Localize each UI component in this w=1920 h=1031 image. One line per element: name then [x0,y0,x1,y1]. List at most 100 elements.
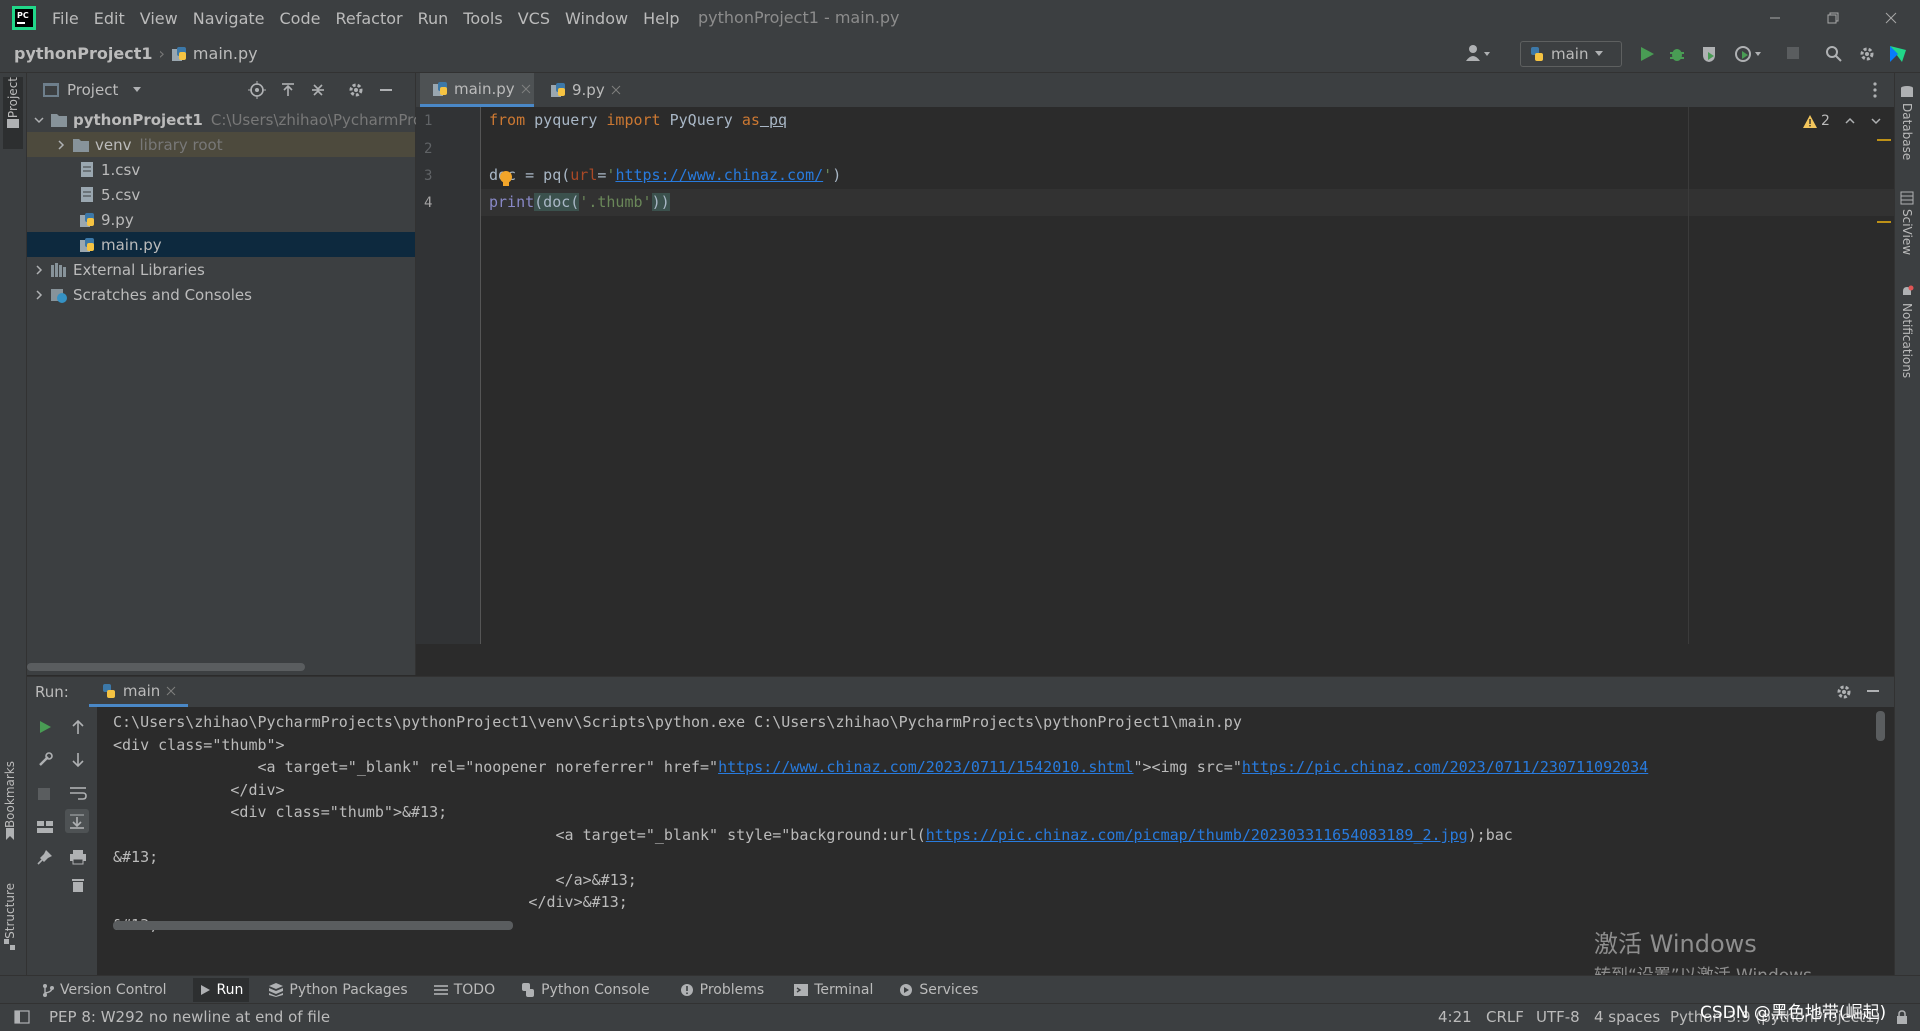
chevron-right-icon[interactable] [33,264,45,276]
menu-tools[interactable]: Tools [463,9,502,28]
inspection-widget[interactable]: 2 [1803,113,1882,129]
settings-button[interactable] [1858,45,1876,63]
tree-item-venv[interactable]: venv library root [27,132,415,157]
chevron-up-icon[interactable] [1844,116,1856,126]
toolwindow-version-control[interactable]: Version Control [42,982,167,998]
tree-item-file[interactable]: 1.csv [27,157,415,182]
close-tab-icon[interactable] [611,85,621,95]
stop-run-button[interactable] [37,787,51,801]
tree-item-file[interactable]: 9.py [27,207,415,232]
menu-navigate[interactable]: Navigate [193,9,265,28]
search-button[interactable] [1825,45,1843,63]
more-tabs-icon[interactable] [1872,81,1878,99]
menu-window[interactable]: Window [565,9,628,28]
collapse-all-icon[interactable] [310,82,326,98]
tab-main-py[interactable]: main.py [420,73,534,107]
run-tab-main[interactable]: main [88,677,189,707]
file-encoding[interactable]: UTF-8 [1536,1008,1580,1026]
tree-item-scratches[interactable]: Scratches and Consoles [27,282,415,307]
run-configuration-selector[interactable]: main [1520,41,1622,67]
soft-wrap-button[interactable] [69,785,87,801]
tree-item-label: Scratches and Consoles [73,285,252,304]
toolwindow-python-console[interactable]: Python Console [521,982,650,998]
gear-icon[interactable] [348,82,364,98]
chevron-down-icon[interactable] [132,86,142,94]
hide-panel-icon[interactable] [1865,683,1881,699]
rerun-button[interactable] [37,719,53,735]
console-link[interactable]: https://pic.chinaz.com/2023/0711/2307110… [1242,758,1648,776]
chevron-down-icon[interactable] [1870,116,1882,126]
coverage-button[interactable] [1700,45,1718,63]
toolwindow-services[interactable]: Services [899,982,978,998]
code-editor[interactable]: from pyquery import PyQuery as pq doc = … [481,107,1894,644]
profile-button[interactable] [1734,45,1764,63]
chevron-right-icon[interactable] [55,139,67,151]
locate-file-icon[interactable] [248,81,267,99]
close-window-button[interactable] [1862,0,1920,36]
tree-item-external-libraries[interactable]: External Libraries [27,257,415,282]
gear-icon[interactable] [1835,683,1853,701]
wrench-button[interactable] [37,752,53,768]
bookmarks-tool-button[interactable]: Bookmarks [3,761,17,841]
sciview-tool-button[interactable]: SciView [1900,191,1914,255]
menu-vcs[interactable]: VCS [518,9,550,28]
project-tool-button[interactable]: Project [3,77,23,149]
run-button[interactable] [1638,45,1656,63]
tab-9-py[interactable]: 9.py [550,73,634,107]
lightbulb-icon[interactable] [499,170,513,188]
chevron-right-icon[interactable] [33,289,45,301]
notifications-tool-button[interactable]: Notifications [1900,285,1914,378]
warning-stripe-mark[interactable] [1877,139,1891,141]
stop-button[interactable] [1786,46,1800,60]
layout-button[interactable] [36,819,54,835]
scroll-up-button[interactable] [71,719,85,735]
chevron-down-icon[interactable] [33,114,45,126]
restore-button[interactable] [1804,0,1862,36]
minimize-button[interactable] [1746,0,1804,36]
toggle-tool-windows-icon[interactable] [14,1010,30,1024]
caret-position[interactable]: 4:21 [1438,1008,1472,1026]
expand-all-icon[interactable] [280,82,296,98]
scroll-down-button[interactable] [71,752,85,768]
line-separator[interactable]: CRLF [1486,1008,1524,1026]
toolwindow-todo[interactable]: TODO [433,982,495,998]
menu-file[interactable]: File [52,9,79,28]
menu-run[interactable]: Run [418,9,449,28]
jetbrains-toolbox-button[interactable] [1888,44,1908,64]
status-message[interactable]: PEP 8: W292 no newline at end of file [49,1008,330,1026]
menu-view[interactable]: View [140,9,178,28]
database-tool-button[interactable]: Database [1900,85,1914,160]
warning-stripe-mark[interactable] [1877,221,1891,223]
console-horizontal-scrollbar[interactable] [113,921,513,930]
lock-icon[interactable] [1896,1010,1908,1024]
tree-item-file[interactable]: 5.csv [27,182,415,207]
menu-edit[interactable]: Edit [94,9,125,28]
close-tab-icon[interactable] [166,686,176,696]
toolwindow-problems[interactable]: Problems [680,982,764,998]
menu-code[interactable]: Code [280,9,321,28]
toolwindow-terminal[interactable]: Terminal [794,982,873,998]
tree-root-project[interactable]: pythonProject1 C:\Users\zhihao\PycharmPr… [27,107,426,132]
structure-tool-button[interactable]: Structure [3,883,17,951]
project-panel-title[interactable]: Project [67,81,118,99]
close-tab-icon[interactable] [521,84,531,94]
console-link[interactable]: https://pic.chinaz.com/picmap/thumb/2023… [926,826,1468,844]
breadcrumb-file[interactable]: main.py [193,44,258,63]
tree-item-file-selected[interactable]: main.py [27,232,415,257]
menu-help[interactable]: Help [643,9,679,28]
hide-panel-icon[interactable] [378,82,394,98]
breadcrumb-project[interactable]: pythonProject1 [14,44,153,63]
indent-setting[interactable]: 4 spaces [1594,1008,1660,1026]
toolwindow-python-packages[interactable]: Python Packages [269,982,408,998]
console-vertical-scrollbar[interactable] [1876,711,1885,741]
print-button[interactable] [69,849,87,865]
project-horizontal-scrollbar[interactable] [27,663,305,671]
scroll-to-end-button[interactable] [65,809,89,833]
clear-all-button[interactable] [71,877,85,893]
debug-button[interactable] [1668,45,1686,63]
toolwindow-run[interactable]: Run [192,978,250,1002]
account-icon[interactable] [1466,44,1492,62]
console-link[interactable]: https://www.chinaz.com/2023/0711/1542010… [718,758,1133,776]
pin-tab-button[interactable] [37,849,53,865]
menu-refactor[interactable]: Refactor [335,9,402,28]
